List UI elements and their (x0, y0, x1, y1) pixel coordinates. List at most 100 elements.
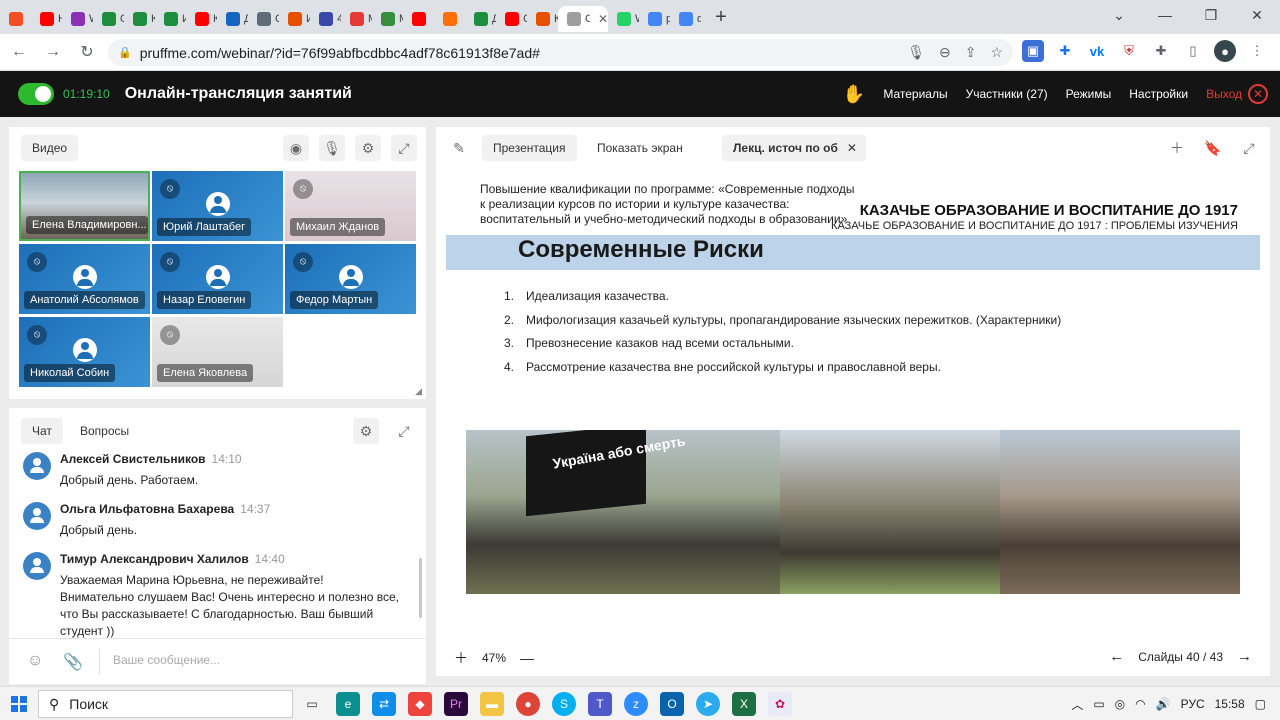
browser-tab[interactable]: W (62, 6, 93, 32)
materials-link[interactable]: Материалы (883, 87, 947, 101)
resize-handle-icon[interactable]: ◢ (415, 386, 422, 397)
clock[interactable]: 15:58 (1215, 697, 1245, 711)
browser-tab[interactable]: К (124, 6, 155, 32)
extension-puzzle-blue-icon[interactable]: ✚ (1054, 40, 1076, 62)
participant-tile[interactable]: ⦸ Николай Собин (19, 317, 150, 387)
browser-tab[interactable]: К (527, 6, 558, 32)
browser-tab[interactable]: 4 (310, 6, 341, 32)
side-panel-icon[interactable]: ▯ (1182, 40, 1204, 62)
participants-link[interactable]: Участники (27) (966, 87, 1048, 101)
windows-start-icon[interactable] (11, 696, 27, 712)
participant-tile[interactable]: Елена Владимировн... (19, 171, 150, 241)
settings-gear-icon[interactable]: ⚙ (355, 135, 381, 161)
browser-menu-icon[interactable]: ⋮ (1246, 40, 1268, 62)
reload-button[interactable]: ↻ (72, 42, 102, 62)
minimize-button[interactable]: — (1142, 0, 1188, 30)
browser-tab[interactable]: p (639, 6, 670, 32)
extension-vk-icon[interactable]: vk (1086, 40, 1108, 62)
tab-chat[interactable]: Чат (21, 418, 63, 444)
new-tab-button[interactable]: + (707, 6, 735, 29)
browser-tab[interactable]: М (341, 6, 372, 32)
bookmark-star-icon[interactable]: ☆ (990, 44, 1003, 61)
participant-tile[interactable]: ⦸ Михаил Жданов (285, 171, 416, 241)
zoom-icon[interactable]: ⊖ (939, 44, 951, 61)
participant-tile[interactable]: ⦸ Назар Еловегин (152, 244, 283, 314)
microphone-icon[interactable]: 🎙 (319, 135, 345, 161)
profile-avatar[interactable]: ● (1214, 40, 1236, 62)
edge-icon[interactable]: e (336, 692, 360, 716)
tab-presentation[interactable]: Презентация (482, 135, 577, 161)
tab-questions[interactable]: Вопросы (69, 418, 140, 444)
expand-icon[interactable]: ⤢ (391, 135, 417, 161)
tray-chevron-icon[interactable]: ︿ (1071, 696, 1083, 713)
taskbar-search[interactable]: ⚲ Поиск (38, 690, 293, 718)
teams-icon[interactable]: T (588, 692, 612, 716)
telegram-icon[interactable]: ➤ (696, 692, 720, 716)
browser-tab[interactable]: О (93, 6, 124, 32)
next-slide-button[interactable]: → (1237, 648, 1252, 665)
outlook-icon[interactable]: O (660, 692, 684, 716)
microphone-icon[interactable]: 🎙 (907, 44, 925, 61)
wifi-icon[interactable]: ◠ (1135, 697, 1145, 711)
tab-close-icon[interactable]: ✕ (598, 12, 608, 26)
browser-tab[interactable]: М (372, 6, 403, 32)
exit-close-icon[interactable]: ✕ (1248, 84, 1268, 104)
camera-icon[interactable]: ◉ (283, 135, 309, 161)
volume-icon[interactable]: 🔊 (1156, 697, 1171, 711)
anydesk-icon[interactable]: ◆ (408, 692, 432, 716)
file-explorer-icon[interactable]: ▬ (480, 692, 504, 716)
browser-tab[interactable]: Д (217, 6, 248, 32)
video-label-button[interactable]: Видео (21, 135, 79, 161)
forward-button[interactable]: → (38, 43, 68, 61)
exit-link[interactable]: Выход (1206, 87, 1242, 101)
skype-icon[interactable]: S (552, 692, 576, 716)
browser-tab[interactable] (0, 6, 31, 32)
zoom-out-button[interactable]: — (520, 650, 534, 666)
participant-tile[interactable]: ⦸ Федор Мартын (285, 244, 416, 314)
fullscreen-icon[interactable]: ⤢ (1236, 135, 1262, 161)
teamviewer-icon[interactable]: ⇄ (372, 692, 396, 716)
back-button[interactable]: ← (4, 43, 34, 61)
settings-link[interactable]: Настройки (1129, 87, 1188, 101)
maximize-button[interactable]: ❐ (1188, 0, 1234, 30)
browser-tab[interactable]: К (186, 6, 217, 32)
presentation-file-tab[interactable]: Лекц. источ по об ✕ (722, 135, 866, 161)
share-icon[interactable]: ⇪ (965, 44, 977, 61)
browser-tab[interactable]: И (155, 6, 186, 32)
omnibox[interactable]: 🔒 pruffme.com/webinar/?id=76f99abfbcdbbc… (108, 39, 1013, 66)
battery-icon[interactable]: ▭ (1093, 697, 1104, 711)
language-indicator[interactable]: РУС (1181, 697, 1205, 711)
zoom-in-button[interactable]: ＋ (454, 648, 468, 668)
attach-icon[interactable]: 📎 (63, 652, 83, 672)
task-view-icon[interactable]: ▭ (300, 692, 324, 716)
extensions-puzzle-icon[interactable]: ✚ (1150, 40, 1172, 62)
broadcast-toggle[interactable] (18, 83, 54, 105)
browser-tab[interactable]: И (279, 6, 310, 32)
premiere-icon[interactable]: Pr (444, 692, 468, 716)
participant-tile[interactable]: ⦸ Анатолий Абсолямов (19, 244, 150, 314)
close-window-button[interactable]: ✕ (1234, 0, 1280, 30)
participant-tile[interactable]: ⦸ Юрий Лаштабег (152, 171, 283, 241)
message-input[interactable]: Ваше сообщение... (113, 653, 220, 667)
chrome-icon[interactable]: ● (516, 692, 540, 716)
add-icon[interactable]: ＋ (1164, 135, 1190, 161)
chat-settings-gear-icon[interactable]: ⚙ (353, 418, 379, 444)
browser-tab[interactable] (434, 6, 465, 32)
paint-icon[interactable]: ✿ (768, 692, 792, 716)
browser-tab[interactable]: Н (31, 6, 62, 32)
emoji-icon[interactable]: ☺ (27, 652, 43, 670)
extension-save-icon[interactable]: ▣ (1022, 40, 1044, 62)
prev-slide-button[interactable]: ← (1109, 648, 1124, 665)
excel-icon[interactable]: X (732, 692, 756, 716)
tab-share-screen[interactable]: Показать экран (586, 135, 694, 161)
close-file-tab-icon[interactable]: ✕ (847, 135, 857, 161)
modes-link[interactable]: Режимы (1066, 87, 1112, 101)
browser-tab[interactable]: ф (670, 6, 701, 32)
chat-expand-icon[interactable]: ⤢ (391, 418, 417, 444)
chat-scrollbar[interactable] (419, 558, 422, 618)
browser-tab[interactable]: С (496, 6, 527, 32)
participant-tile[interactable]: ⦸ Елена Яковлева (152, 317, 283, 387)
extension-shield-icon[interactable]: ⛨ (1118, 40, 1140, 62)
raise-hand-icon[interactable]: ✋ (843, 84, 865, 105)
browser-tab[interactable]: О (248, 6, 279, 32)
